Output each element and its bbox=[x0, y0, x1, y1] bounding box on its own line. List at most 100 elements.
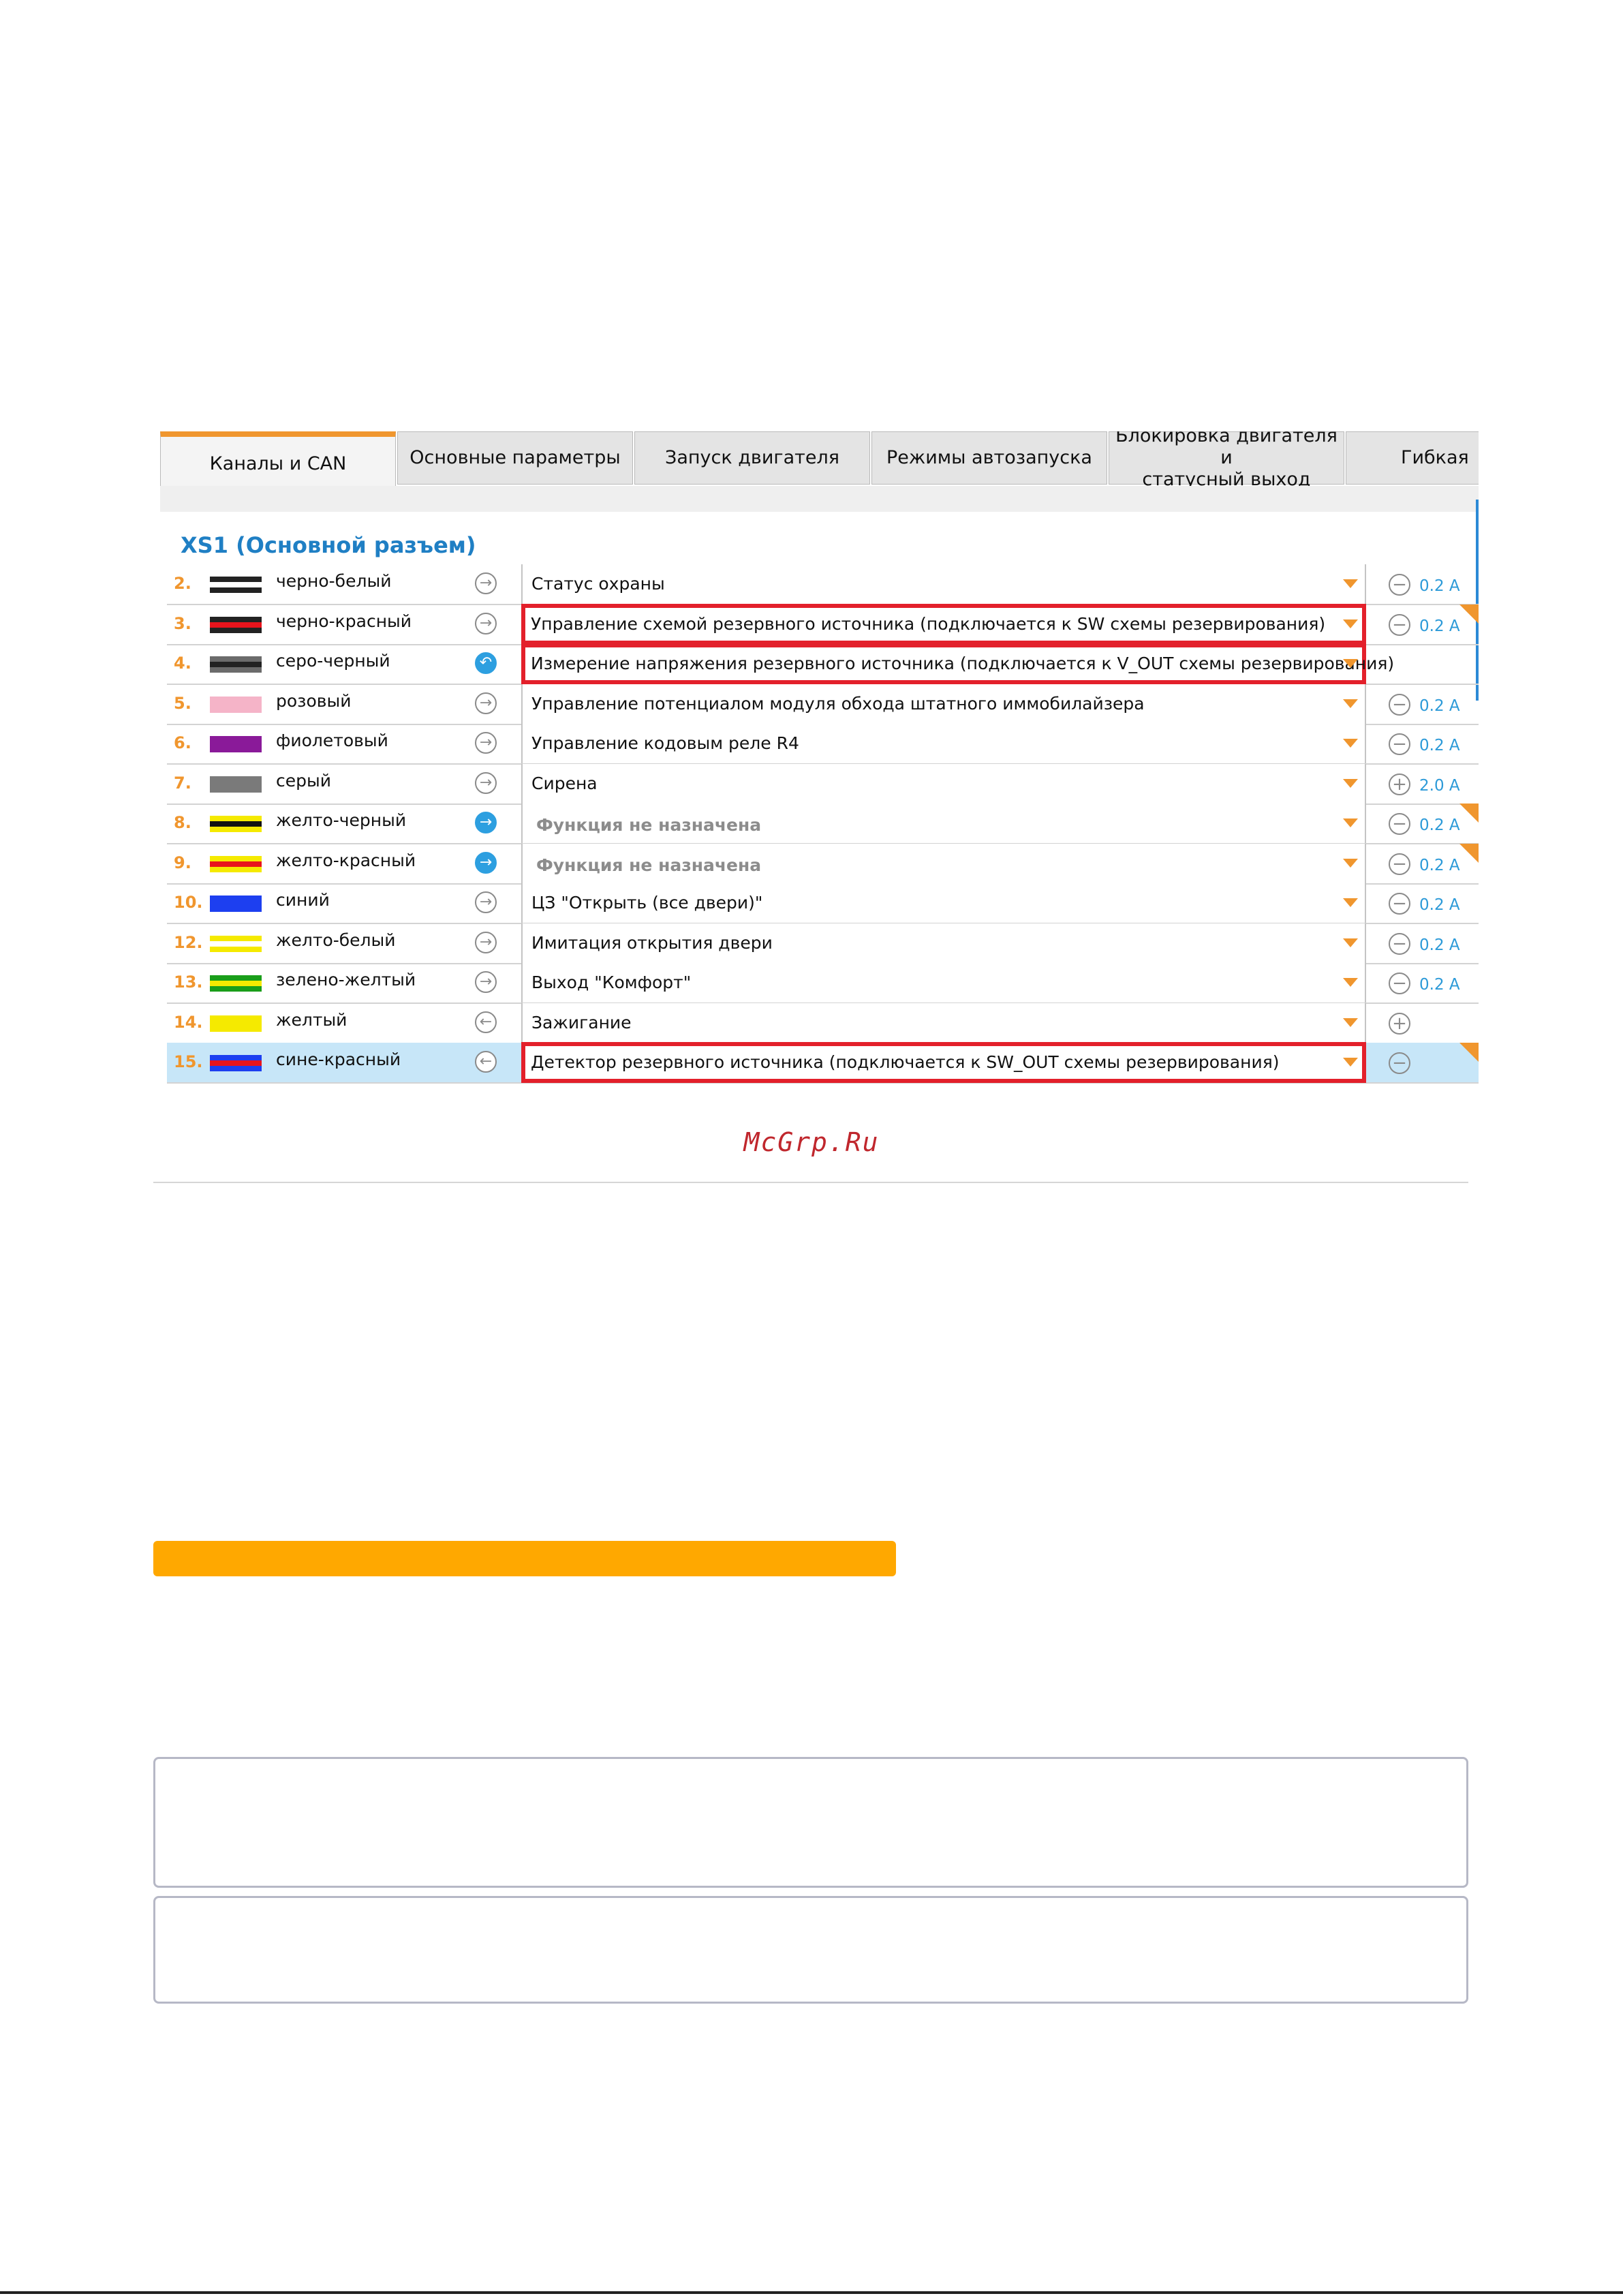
table-row[interactable]: 9. желто-красный → Функция не назначена −0.2… bbox=[167, 844, 1479, 885]
function-select[interactable]: Имитация открытия двери bbox=[521, 923, 1366, 963]
wire-stripe bbox=[210, 587, 262, 593]
tab-engine-start[interactable]: Запуск двигателя bbox=[634, 431, 870, 485]
dropdown-arrow-icon[interactable] bbox=[1343, 1018, 1358, 1027]
wire-stripe bbox=[210, 936, 262, 941]
wire-stripe bbox=[210, 981, 262, 986]
tab-channels-can[interactable]: Каналы и CAN bbox=[160, 431, 396, 487]
function-value: Зажигание bbox=[531, 1013, 632, 1032]
dropdown-arrow-icon[interactable] bbox=[1343, 859, 1358, 868]
function-select[interactable]: ЦЗ "Открыть (все двери)" bbox=[521, 883, 1366, 923]
table-row[interactable]: 2. черно-белый → Статус охраны −0.2 A bbox=[167, 564, 1479, 605]
dropdown-arrow-icon[interactable] bbox=[1343, 699, 1358, 708]
function-select[interactable]: Зажигание bbox=[521, 1003, 1366, 1043]
minus-polarity-icon[interactable]: − bbox=[1389, 933, 1410, 955]
wire-color-swatch bbox=[210, 1015, 262, 1032]
output-arrow-icon[interactable]: → bbox=[475, 772, 497, 794]
settings-corner-marker[interactable] bbox=[1459, 604, 1479, 624]
function-value: Выход "Комфорт" bbox=[531, 973, 692, 992]
channel-number: 12. bbox=[174, 933, 203, 952]
input-arrow-icon[interactable]: ← bbox=[475, 1051, 497, 1073]
function-select[interactable]: Управление потенциалом модуля обхода шта… bbox=[521, 684, 1366, 724]
wire-stripe bbox=[210, 1021, 262, 1026]
table-row[interactable]: 8. желто-черный → Функция не назначена −0.2 … bbox=[167, 803, 1479, 844]
function-value: Функция не назначена bbox=[536, 855, 762, 875]
wire-stripe bbox=[210, 1015, 262, 1021]
function-select[interactable]: Функция не назначена bbox=[521, 803, 1366, 843]
function-select[interactable]: Выход "Комфорт" bbox=[521, 963, 1366, 1002]
function-select[interactable]: Измерение напряжения резервного источник… bbox=[521, 643, 1394, 684]
table-row[interactable]: 7. серый → Сирена +2.0 A bbox=[167, 764, 1479, 805]
settings-corner-marker[interactable] bbox=[1459, 844, 1479, 863]
dropdown-arrow-icon[interactable] bbox=[1343, 659, 1358, 668]
wire-stripe bbox=[210, 707, 262, 713]
table-row[interactable]: 6. фиолетовый → Управление кодовым реле R4 −… bbox=[167, 724, 1479, 765]
dropdown-arrow-icon[interactable] bbox=[1343, 739, 1358, 748]
input-arrow-icon[interactable]: ← bbox=[475, 1011, 497, 1033]
output-arrow-icon[interactable]: → bbox=[475, 971, 497, 993]
dropdown-arrow-icon[interactable] bbox=[1343, 818, 1358, 827]
minus-polarity-icon[interactable]: − bbox=[1389, 853, 1410, 875]
minus-polarity-icon[interactable]: − bbox=[1389, 574, 1410, 596]
plus-polarity-icon[interactable]: + bbox=[1389, 1013, 1410, 1035]
function-select[interactable]: Управление схемой резервного источника (… bbox=[521, 604, 1366, 645]
settings-corner-marker[interactable] bbox=[1459, 803, 1479, 823]
tab-autostart-modes[interactable]: Режимы автозапуска bbox=[871, 431, 1107, 485]
dropdown-arrow-icon[interactable] bbox=[1343, 978, 1358, 987]
wire-stripe bbox=[210, 867, 262, 872]
table-row[interactable]: 15. сине-красный ← Детектор резервного исто… bbox=[167, 1042, 1479, 1084]
wire-stripe bbox=[210, 861, 262, 867]
analog-input-icon[interactable]: ↶ bbox=[475, 652, 497, 674]
table-row[interactable]: 10. синий → ЦЗ "Открыть (все двери)" −0.2 A bbox=[167, 883, 1479, 924]
table-row[interactable]: 14. желтый ← Зажигание + bbox=[167, 1003, 1479, 1044]
minus-polarity-icon[interactable]: − bbox=[1389, 973, 1410, 994]
plus-polarity-icon[interactable]: + bbox=[1389, 774, 1410, 795]
wire-stripe bbox=[210, 821, 262, 827]
wire-stripe bbox=[210, 986, 262, 992]
output-arrow-icon[interactable]: → bbox=[475, 692, 497, 714]
minus-polarity-icon[interactable]: − bbox=[1389, 614, 1410, 636]
table-row[interactable]: 5. розовый → Управление потенциалом модуля … bbox=[167, 684, 1479, 725]
function-select[interactable]: Функция не назначена bbox=[521, 844, 1366, 883]
screenshot-panel: Каналы и CAN Основные параметры Запуск д… bbox=[160, 431, 1479, 1095]
minus-polarity-icon[interactable]: − bbox=[1389, 694, 1410, 716]
table-row[interactable]: 3. черно-красный → Управление схемой резерв… bbox=[167, 604, 1479, 645]
wire-stripe bbox=[210, 656, 262, 662]
minus-polarity-icon[interactable]: − bbox=[1389, 813, 1410, 835]
function-select[interactable]: Статус охраны bbox=[521, 564, 1366, 604]
table-row[interactable]: 4. серо-черный ↶ Измерение напряжения резер… bbox=[167, 643, 1479, 685]
minus-polarity-icon[interactable]: − bbox=[1389, 733, 1410, 755]
dropdown-arrow-icon[interactable] bbox=[1343, 1058, 1358, 1067]
dropdown-arrow-icon[interactable] bbox=[1343, 938, 1358, 947]
tab-engine-lock[interactable]: Блокировка двигателя и статусный выход bbox=[1109, 431, 1344, 490]
function-select[interactable]: Сирена bbox=[521, 764, 1366, 803]
wire-name: желто-красный bbox=[276, 851, 416, 870]
dropdown-arrow-icon[interactable] bbox=[1343, 579, 1358, 588]
note-box-2 bbox=[153, 1896, 1468, 2004]
function-value: Управление схемой резервного источника (… bbox=[531, 614, 1326, 634]
dropdown-arrow-icon[interactable] bbox=[1343, 779, 1358, 788]
minus-polarity-icon[interactable]: − bbox=[1389, 893, 1410, 915]
output-arrow-icon[interactable]: → bbox=[475, 572, 497, 594]
table-row[interactable]: 12. желто-белый → Имитация открытия двери −0… bbox=[167, 923, 1479, 964]
output-arrow-icon[interactable]: → bbox=[475, 732, 497, 754]
function-select[interactable]: Управление кодовым реле R4 bbox=[521, 724, 1366, 763]
tab-main-params[interactable]: Основные параметры bbox=[397, 431, 633, 485]
settings-corner-marker[interactable] bbox=[1459, 1043, 1479, 1062]
wire-stripe bbox=[210, 741, 262, 747]
output-arrow-icon[interactable]: → bbox=[475, 932, 497, 953]
wire-color-swatch bbox=[210, 936, 262, 952]
table-row[interactable]: 13. зелено-желтый → Выход "Комфорт" −0.2 A bbox=[167, 963, 1479, 1004]
output-arrow-icon[interactable]: → bbox=[475, 812, 497, 833]
current-rating: 0.2 A bbox=[1419, 857, 1460, 874]
wire-name: синий bbox=[276, 890, 330, 910]
output-arrow-icon[interactable]: → bbox=[475, 852, 497, 874]
output-arrow-icon[interactable]: → bbox=[475, 613, 497, 634]
output-arrow-icon[interactable]: → bbox=[475, 891, 497, 913]
minus-polarity-icon[interactable]: − bbox=[1389, 1052, 1410, 1074]
dropdown-arrow-icon[interactable] bbox=[1343, 619, 1358, 628]
dropdown-arrow-icon[interactable] bbox=[1343, 898, 1358, 907]
tab-flexible[interactable]: Гибкая bbox=[1346, 431, 1479, 485]
channel-number: 10. bbox=[174, 893, 203, 912]
channel-number: 5. bbox=[174, 694, 191, 713]
function-select[interactable]: Детектор резервного источника (подключае… bbox=[521, 1042, 1366, 1083]
